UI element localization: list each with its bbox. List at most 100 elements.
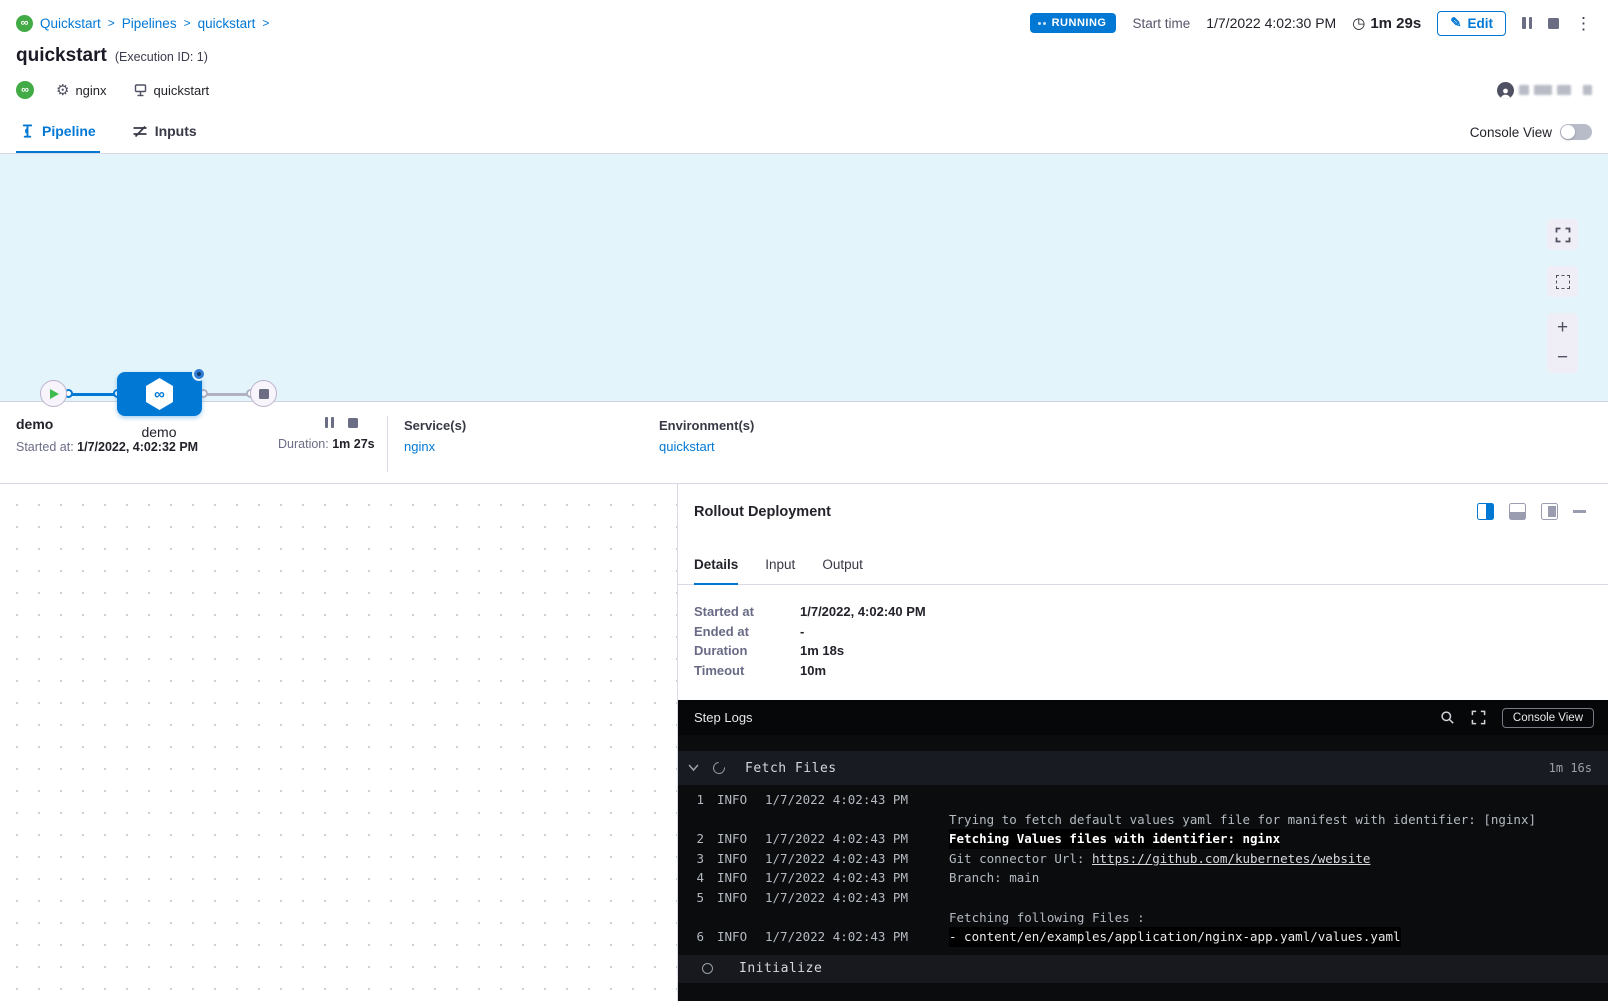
tab-details[interactable]: Details — [694, 557, 738, 585]
stop-icon — [348, 418, 358, 428]
step-details: Started at 1/7/2022, 4:02:40 PM Ended at… — [678, 585, 1608, 700]
detail-value: 1m 18s — [800, 641, 844, 661]
environment-tag: quickstart — [133, 83, 210, 98]
log-line: Fetching following Files : — [686, 908, 1608, 928]
layout-right-panel-button[interactable] — [1477, 503, 1494, 520]
breadcrumb-link-quickstart[interactable]: Quickstart — [40, 16, 101, 31]
stage-running-badge — [194, 369, 204, 379]
step-logs-title: Step Logs — [694, 710, 753, 725]
detail-label: Started at — [694, 602, 800, 622]
user-info — [1497, 82, 1592, 99]
environment-icon — [133, 83, 148, 98]
layout-bottom-panel-button[interactable] — [1509, 503, 1526, 520]
execution-graph-canvas: ⚙ Service Infrastructure Resource Constr… — [0, 484, 677, 1001]
tab-output[interactable]: Output — [822, 557, 863, 585]
log-lines: 1INFO1/7/2022 4:02:43 PMTrying to fetch … — [678, 785, 1608, 947]
cd-module-icon: ∞ — [16, 15, 33, 32]
log-line: 5INFO1/7/2022 4:02:43 PM — [686, 888, 1608, 908]
pipeline-start-node — [40, 380, 67, 407]
breadcrumb-separator: > — [108, 16, 115, 30]
view-tabbar: Pipeline Inputs Console View — [0, 111, 1608, 154]
abort-stage-button[interactable] — [348, 418, 358, 428]
zoom-in-button[interactable]: + — [1547, 313, 1578, 343]
log-expand-button[interactable] — [1471, 710, 1486, 725]
execution-id: (Execution ID: 1) — [115, 50, 208, 64]
log-search-button[interactable] — [1440, 710, 1455, 725]
edit-button[interactable]: ✎ Edit — [1437, 11, 1506, 36]
marquee-select-button[interactable] — [1547, 266, 1578, 297]
canvas-controls: + − — [1547, 219, 1578, 373]
duration-label: Duration: — [278, 437, 329, 451]
log-line: 1INFO1/7/2022 4:02:43 PM — [686, 790, 1608, 810]
elapsed-duration: ◷ 1m 29s — [1352, 14, 1421, 32]
breadcrumb-link-pipeline[interactable]: quickstart — [198, 16, 256, 31]
detail-row: Ended at - — [694, 622, 1592, 642]
log-link[interactable]: https://github.com/kubernetes/website — [1092, 851, 1370, 866]
services-label: Service(s) — [404, 418, 659, 433]
detail-row: Timeout 10m — [694, 661, 1592, 681]
log-section-fetch-files[interactable]: Fetch Files 1m 16s — [678, 751, 1608, 785]
more-options-button[interactable]: ⋮ — [1575, 15, 1592, 32]
divider — [387, 416, 388, 472]
stage-node-label: demo — [141, 424, 176, 440]
environments-label: Environment(s) — [659, 418, 914, 433]
play-icon — [50, 389, 59, 399]
tab-input[interactable]: Input — [765, 557, 795, 585]
person-icon — [1499, 87, 1512, 99]
detail-label: Timeout — [694, 661, 800, 681]
connector-line — [202, 393, 252, 396]
cd-module-icon: ∞ — [16, 81, 34, 99]
tab-inputs[interactable]: Inputs — [128, 111, 201, 153]
inputs-icon — [132, 123, 148, 139]
section-duration: 1m 16s — [1549, 761, 1592, 775]
log-line: 6INFO1/7/2022 4:02:43 PM- content/en/exa… — [686, 927, 1608, 947]
step-panel-tabs: Details Input Output — [678, 539, 1608, 585]
started-at-value: 1/7/2022, 4:02:32 PM — [77, 440, 198, 454]
section-name: Fetch Files — [745, 761, 837, 776]
pause-execution-button[interactable] — [1522, 17, 1532, 29]
minimize-panel-button[interactable] — [1573, 510, 1586, 513]
stage-node-demo[interactable]: ∞ — [117, 372, 202, 416]
environment-link[interactable]: quickstart — [659, 439, 914, 454]
step-logs-console: Step Logs Console View — [678, 700, 1608, 1001]
kebab-menu-icon: ⋮ — [1575, 15, 1592, 32]
search-icon — [1440, 710, 1455, 725]
step-details-panel: Rollout Deployment Details Input Output … — [677, 484, 1608, 1001]
zoom-out-button[interactable]: − — [1547, 343, 1578, 373]
page-title: quickstart — [16, 45, 107, 67]
redacted-text — [1534, 85, 1552, 95]
log-line: Trying to fetch default values yaml file… — [686, 810, 1608, 830]
stage-canvas: ∞ demo + − — [0, 154, 1608, 401]
log-line: 4INFO1/7/2022 4:02:43 PMBranch: main — [686, 868, 1608, 888]
detail-row: Started at 1/7/2022, 4:02:40 PM — [694, 602, 1592, 622]
layout-floating-panel-button[interactable] — [1541, 503, 1558, 520]
avatar — [1497, 82, 1514, 99]
log-section-initialize[interactable]: Initialize — [678, 955, 1608, 983]
fullscreen-button[interactable] — [1547, 219, 1578, 250]
detail-value: 10m — [800, 661, 826, 681]
status-badge: RUNNING — [1030, 13, 1117, 33]
detail-label: Duration — [694, 641, 800, 661]
step-panel-title: Rollout Deployment — [694, 504, 831, 520]
service-link[interactable]: nginx — [404, 439, 659, 454]
pause-icon — [1522, 17, 1532, 29]
abort-execution-button[interactable] — [1548, 18, 1559, 29]
section-pending-icon — [702, 963, 713, 974]
start-time-label: Start time — [1132, 16, 1190, 31]
breadcrumb-separator: > — [262, 16, 269, 30]
detail-row: Duration 1m 18s — [694, 641, 1592, 661]
breadcrumb: ∞ Quickstart > Pipelines > quickstart > — [16, 15, 269, 32]
pause-icon — [325, 417, 334, 428]
started-at-label: Started at: — [16, 440, 74, 454]
console-view-button[interactable]: Console View — [1502, 708, 1594, 728]
redacted-text — [1583, 85, 1592, 95]
pause-stage-button[interactable] — [325, 417, 334, 428]
running-dots-icon — [1038, 22, 1046, 25]
detail-value: - — [800, 622, 804, 642]
expand-icon — [1471, 710, 1486, 725]
page-header: ∞ Quickstart > Pipelines > quickstart > … — [0, 0, 1608, 101]
console-view-toggle[interactable] — [1560, 124, 1592, 140]
tab-pipeline[interactable]: Pipeline — [16, 111, 100, 153]
gear-icon: ⚙ — [56, 81, 69, 99]
breadcrumb-link-pipelines[interactable]: Pipelines — [122, 16, 177, 31]
